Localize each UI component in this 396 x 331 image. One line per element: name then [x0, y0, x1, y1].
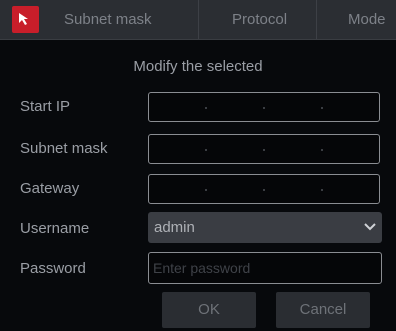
column-header-protocol[interactable]: Protocol: [232, 0, 287, 39]
ip-separator: [205, 189, 207, 191]
ip-separator: [263, 149, 265, 151]
start-ip-label: Start IP: [20, 98, 71, 115]
username-selected-value: admin: [154, 219, 195, 236]
password-label: Password: [20, 260, 86, 277]
cursor-select-icon[interactable]: [12, 6, 39, 33]
column-header-mode[interactable]: Mode: [348, 0, 386, 39]
chevron-down-icon: [364, 223, 376, 231]
table-header: Subnet mask Protocol Mode: [0, 0, 396, 40]
ok-button[interactable]: OK: [162, 292, 256, 328]
ip-separator: [321, 149, 323, 151]
password-field[interactable]: [148, 252, 382, 284]
ip-separator: [321, 189, 323, 191]
ip-separator: [263, 189, 265, 191]
gateway-input[interactable]: [148, 174, 380, 204]
ip-separator: [205, 107, 207, 109]
start-ip-input[interactable]: [148, 92, 380, 122]
modify-dialog: Modify the selected Start IP Subnet mask…: [0, 40, 396, 331]
column-divider: [198, 0, 199, 39]
column-header-subnet-mask[interactable]: Subnet mask: [64, 0, 152, 39]
ip-separator: [205, 149, 207, 151]
cancel-button[interactable]: Cancel: [276, 292, 370, 328]
column-divider: [316, 0, 317, 39]
ip-separator: [263, 107, 265, 109]
subnet-mask-input[interactable]: [148, 134, 380, 164]
username-label: Username: [20, 220, 90, 237]
ip-separator: [321, 107, 323, 109]
gateway-label: Gateway: [20, 180, 80, 197]
username-select[interactable]: admin: [148, 212, 382, 243]
dialog-title: Modify the selected: [133, 58, 263, 75]
subnet-mask-label: Subnet mask: [20, 140, 108, 157]
